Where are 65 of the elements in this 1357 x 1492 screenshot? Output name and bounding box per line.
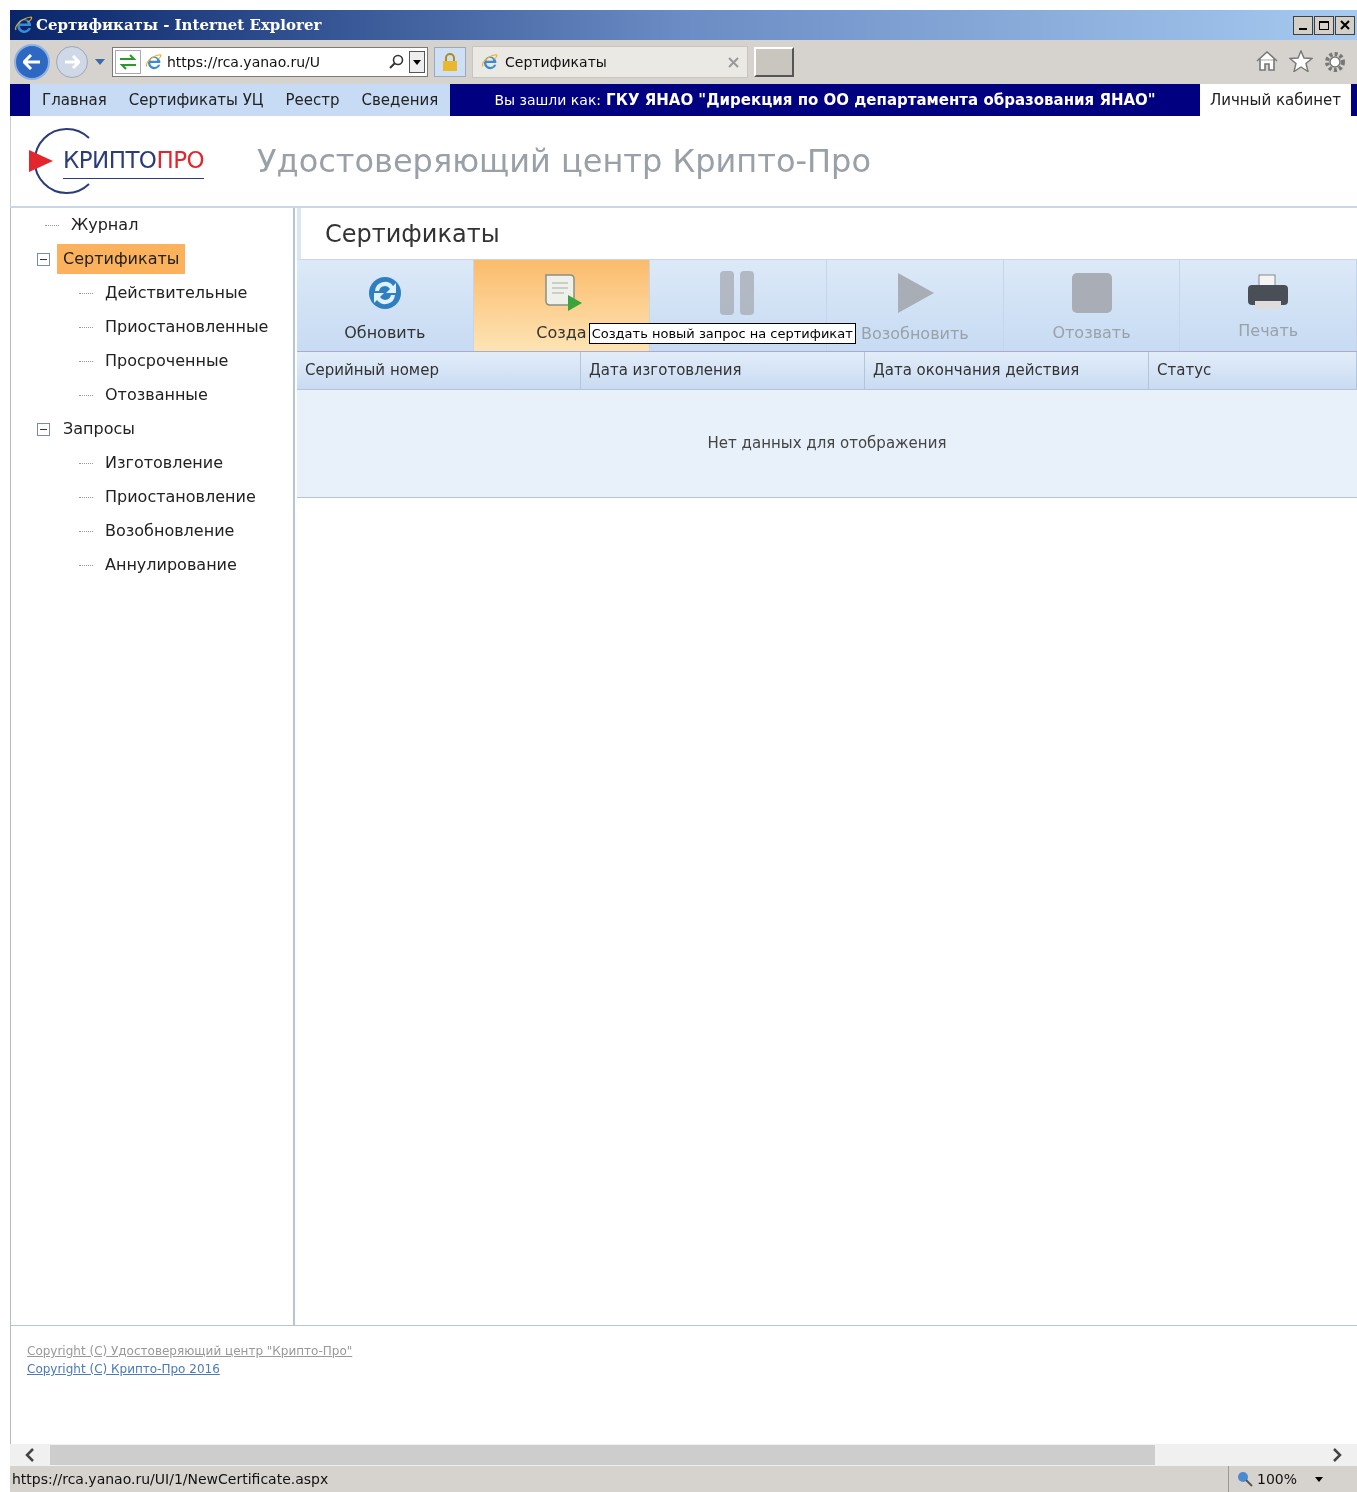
tree-item[interactable]: Приостановление — [99, 482, 262, 512]
tree-item[interactable]: Изготовление — [99, 448, 229, 478]
tree-item[interactable]: Возобновление — [99, 516, 241, 546]
panel-title: Сертификаты — [325, 218, 500, 250]
back-button[interactable] — [14, 44, 50, 80]
collapse-icon[interactable] — [37, 422, 50, 436]
tree-item[interactable]: Запросы — [57, 414, 141, 444]
button-label: Возобновить — [860, 322, 969, 342]
home-icon[interactable] — [1255, 50, 1279, 72]
close-icon — [1340, 20, 1350, 30]
tree-item[interactable]: Аннулирование — [99, 550, 243, 580]
button-label: Печать — [1238, 319, 1299, 339]
button-label: Созда — [536, 321, 587, 341]
ie-logo-icon — [14, 15, 34, 35]
logo-text: КРИПТОПРО — [63, 143, 204, 179]
status-url: https://rca.yanao.ru/UI/1/NewCertificate.aspx — [12, 1469, 329, 1489]
nav-link[interactable]: Сведения — [361, 88, 439, 112]
column-header[interactable]: Дата окончания действия — [865, 352, 1149, 389]
collapse-icon[interactable] — [37, 252, 50, 266]
address-dropdown-icon[interactable] — [409, 51, 425, 73]
column-header[interactable]: Дата изготовления — [581, 352, 865, 389]
close-button[interactable] — [1335, 15, 1355, 35]
search-icon[interactable] — [389, 54, 405, 70]
login-label: Вы зашли как: — [494, 90, 602, 110]
copyright-link[interactable]: Copyright (C) Крипто-Про 2016 — [27, 1360, 1357, 1378]
new-tab-button[interactable] — [754, 47, 794, 77]
tree-item[interactable]: Сертификаты — [57, 244, 186, 274]
toolbar-button[interactable]: Обновить — [297, 260, 474, 351]
button-label: Отозвать — [1052, 321, 1131, 341]
column-header[interactable]: Серийный номер — [297, 352, 581, 389]
tree-item[interactable]: Отозванные — [99, 380, 214, 410]
magnifier-icon — [1236, 1471, 1253, 1487]
settings-icon[interactable] — [1323, 50, 1347, 74]
tooltip: Создать новый запрос на сертификат — [588, 322, 856, 344]
stop-icon — [1069, 270, 1114, 315]
tab-title: Сертификаты — [505, 52, 607, 72]
back-arrow-icon — [23, 54, 41, 70]
ie-logo-icon — [481, 53, 499, 71]
address-text: https://rca.yanao.ru/U — [167, 52, 321, 72]
star-icon[interactable] — [1289, 50, 1313, 72]
dropdown-icon[interactable] — [94, 58, 106, 66]
empty-message: Нет данных для отображения — [707, 433, 947, 455]
window-title: Сертификаты - Internet Explorer — [36, 14, 322, 36]
compatibility-icon[interactable] — [115, 50, 141, 74]
horizontal-scrollbar[interactable] — [10, 1444, 1357, 1466]
nav-link[interactable]: Главная — [42, 88, 107, 112]
ie-logo-icon — [145, 53, 163, 71]
button-label: Обновить — [344, 321, 426, 341]
tree-item[interactable]: Журнал — [65, 210, 145, 240]
caret-icon — [1315, 1476, 1323, 1482]
address-field[interactable]: https://rca.yanao.ru/U — [112, 47, 428, 77]
nav-link[interactable]: Реестр — [285, 88, 340, 112]
minimize-button[interactable] — [1293, 15, 1313, 35]
forward-arrow-icon — [64, 55, 80, 69]
browser-tab[interactable]: Сертификаты — [472, 46, 748, 78]
tree-item[interactable]: Просроченные — [99, 346, 235, 376]
tree-item[interactable]: Приостановленные — [99, 312, 275, 342]
cabinet-link[interactable]: Личный кабинет — [1199, 84, 1351, 116]
tree-item[interactable]: Действительные — [99, 278, 254, 308]
maximize-button[interactable] — [1314, 15, 1334, 35]
site-title: Удостоверяющий центр Крипто-Про — [257, 141, 871, 182]
zoom-control[interactable]: 100% — [1227, 1466, 1331, 1492]
login-name: ГКУ ЯНАО "Дирекция по ОО департамента образования ЯНАО" — [606, 89, 1156, 111]
column-header[interactable]: Статус — [1149, 352, 1357, 389]
nav-link[interactable]: Сертификаты УЦ — [128, 88, 264, 112]
